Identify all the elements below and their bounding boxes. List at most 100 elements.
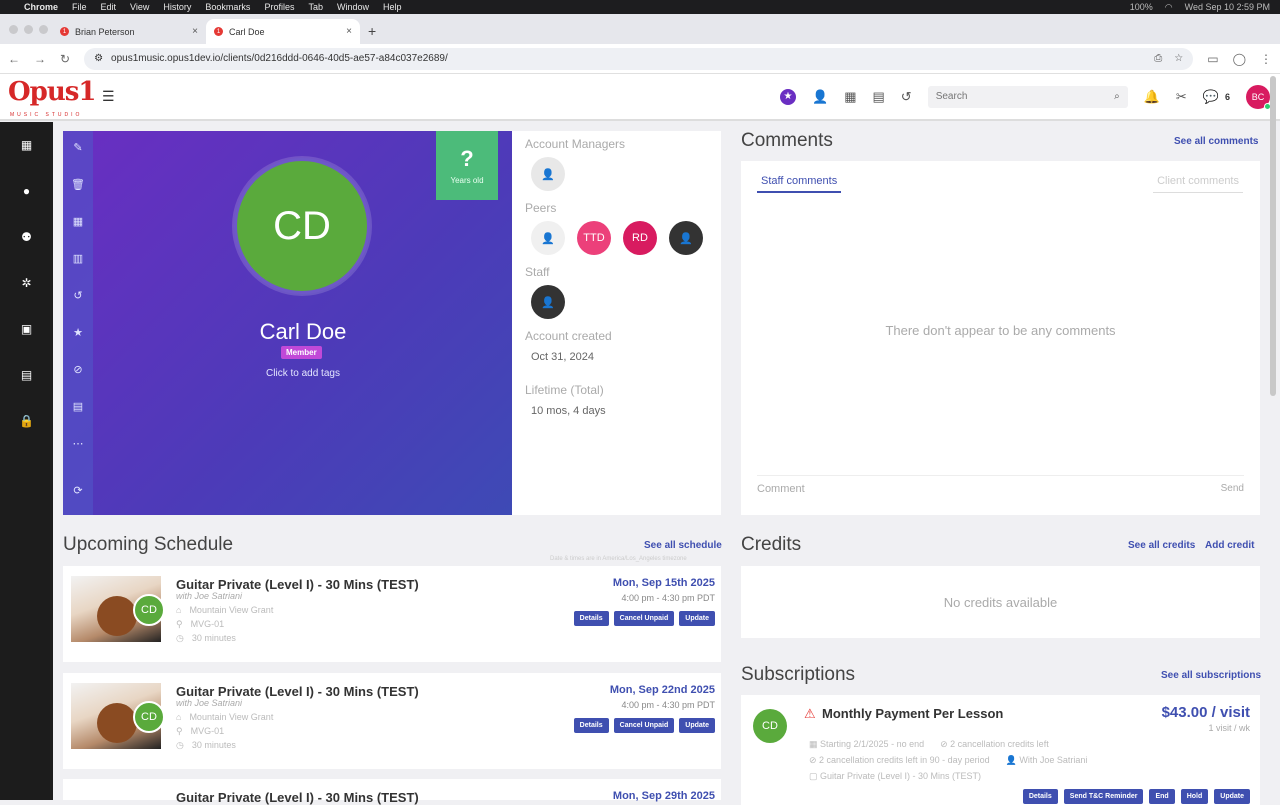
url-field[interactable]: ⚙ opus1music.opus1dev.io/clients/0d216dd… <box>84 47 1194 70</box>
details-button[interactable]: Details <box>573 718 609 733</box>
menu-profiles[interactable]: Profiles <box>264 2 294 12</box>
lesson-card[interactable]: CD Guitar Private (Level I) - 30 Mins (T… <box>63 566 721 662</box>
account-manager-avatar[interactable]: 👤 <box>531 157 565 191</box>
add-tags-link[interactable]: Click to add tags <box>63 368 543 379</box>
calendar-icon[interactable]: ▦ <box>73 215 83 234</box>
cancel-unpaid-button[interactable]: Cancel Unpaid <box>613 718 675 733</box>
lesson-time: 4:00 pm - 4:30 pm PDT <box>621 593 715 603</box>
menu-help[interactable]: Help <box>383 2 402 12</box>
age-box[interactable]: ? Years old <box>436 131 498 200</box>
search-icon[interactable]: ⌕ <box>1114 91 1120 102</box>
zoom-window-icon[interactable] <box>39 25 48 34</box>
menu-history[interactable]: History <box>163 2 191 12</box>
see-all-subscriptions-link[interactable]: See all subscriptions <box>1161 670 1261 681</box>
wifi-icon[interactable]: ◠ <box>1165 2 1173 13</box>
opus1-logo[interactable]: Opus1 MUSIC STUDIO <box>8 77 96 118</box>
update-button[interactable]: Update <box>679 611 715 626</box>
sidebar-users-icon[interactable]: ⚉ <box>21 230 32 250</box>
menu-bookmarks[interactable]: Bookmarks <box>205 2 250 12</box>
sidebar-user-icon[interactable]: ● <box>23 184 30 204</box>
history-icon[interactable]: ↺ <box>901 89 912 105</box>
calendar-icon[interactable]: ▦ <box>844 89 856 105</box>
sidebar-list-icon[interactable]: ▤ <box>21 368 32 388</box>
see-all-credits-link[interactable]: See all credits <box>1128 540 1195 551</box>
site-info-icon[interactable]: ⚙ <box>94 53 103 64</box>
tools-icon[interactable]: ✂ <box>1176 89 1187 105</box>
menu-app-name[interactable]: Chrome <box>24 2 58 12</box>
close-tab-icon[interactable]: × <box>346 26 352 37</box>
see-all-comments-link[interactable]: See all comments <box>1174 136 1258 147</box>
menu-file[interactable]: File <box>72 2 87 12</box>
columns-icon[interactable]: ▥ <box>73 252 83 271</box>
menu-edit[interactable]: Edit <box>101 2 117 12</box>
update-button[interactable]: Update <box>679 718 715 733</box>
lesson-card[interactable]: CD Guitar Private (Level I) - 30 Mins (T… <box>63 673 721 769</box>
page-scrollbar[interactable] <box>1270 76 1276 396</box>
sidebar-reports-icon[interactable]: ▣ <box>21 322 32 342</box>
sidebar-lock-icon[interactable]: 🔒 <box>19 414 34 434</box>
browser-tab-brian-peterson[interactable]: 1 Brian Peterson × <box>52 19 206 44</box>
peer-avatar[interactable]: TTD <box>577 221 611 255</box>
menu-view[interactable]: View <box>130 2 149 12</box>
trash-icon[interactable]: 🗑 <box>71 178 85 197</box>
sync-icon[interactable]: ⟳ <box>73 484 82 503</box>
hold-button[interactable]: Hold <box>1180 789 1209 804</box>
sidebar-settings-icon[interactable]: ✲ <box>21 276 31 296</box>
more-icon[interactable]: ⋯ <box>73 437 84 456</box>
messages-icon[interactable]: 💬 <box>1203 89 1219 105</box>
user-avatar[interactable]: BC <box>1246 84 1271 110</box>
lesson-room: MVG-01 <box>190 619 225 629</box>
contact-card-icon[interactable]: ▤ <box>73 400 83 419</box>
lifetime-value: 10 mos, 4 days <box>531 405 606 417</box>
browser-tab-carl-doe[interactable]: 1 Carl Doe × <box>206 19 360 44</box>
search-input[interactable] <box>935 91 1115 102</box>
edit-icon[interactable]: ✎ <box>73 141 82 160</box>
piano-icon[interactable]: ▤ <box>873 89 885 105</box>
hamburger-menu-icon[interactable]: ☰ <box>102 88 115 105</box>
tab-staff-comments[interactable]: Staff comments <box>757 175 842 193</box>
client-avatar[interactable]: CD <box>234 158 370 294</box>
update-button[interactable]: Update <box>1214 789 1250 804</box>
staff-avatar[interactable]: 👤 <box>531 285 565 319</box>
menu-tab[interactable]: Tab <box>308 2 323 12</box>
details-button[interactable]: Details <box>1022 789 1058 804</box>
details-button[interactable]: Details <box>573 611 609 626</box>
cancel-unpaid-button[interactable]: Cancel Unpaid <box>613 611 675 626</box>
see-all-schedule-link[interactable]: See all schedule <box>644 540 722 551</box>
notification-bell-icon[interactable]: 🔔 <box>1144 89 1160 105</box>
peer-avatar[interactable]: 👤 <box>531 221 565 255</box>
end-button[interactable]: End <box>1149 789 1175 804</box>
chrome-menu-icon[interactable]: ⋮ <box>1260 52 1272 66</box>
new-tab-icon[interactable]: + <box>360 23 376 44</box>
search-field[interactable]: ⌕ <box>927 85 1128 108</box>
subscription-card[interactable]: CD ⚠ Monthly Payment Per Lesson $43.00 /… <box>741 695 1260 805</box>
close-tab-icon[interactable]: × <box>192 26 198 37</box>
peer-avatar[interactable]: RD <box>623 221 657 255</box>
forward-icon[interactable]: → <box>34 52 46 66</box>
lesson-title: Guitar Private (Level I) - 30 Mins (TEST… <box>176 577 419 592</box>
lesson-location: Mountain View Grant <box>189 712 274 722</box>
clock[interactable]: Wed Sep 10 2:59 PM <box>1185 2 1270 13</box>
tab-client-comments[interactable]: Client comments <box>1153 175 1243 193</box>
browser-tabbar: 1 Brian Peterson × 1 Carl Doe × + <box>0 14 1280 44</box>
add-credit-link[interactable]: Add credit <box>1205 540 1254 551</box>
back-icon[interactable]: ← <box>8 52 20 66</box>
reload-icon[interactable]: ↻ <box>60 52 70 66</box>
install-icon[interactable]: ⎙ <box>1154 53 1162 64</box>
profile-icon[interactable]: ◯ <box>1233 52 1246 66</box>
side-panel-icon[interactable]: ▭ <box>1207 52 1218 66</box>
add-user-icon[interactable]: 👤 <box>812 89 828 105</box>
star-icon[interactable]: ★ <box>780 88 797 105</box>
menu-window[interactable]: Window <box>337 2 369 12</box>
close-window-icon[interactable] <box>9 25 18 34</box>
lesson-card[interactable]: Guitar Private (Level I) - 30 Mins (TEST… <box>63 779 721 805</box>
sidebar-calendar-icon[interactable]: ▦ <box>21 138 32 158</box>
minimize-window-icon[interactable] <box>24 25 33 34</box>
history-icon[interactable]: ↺ <box>73 289 82 308</box>
bookmark-star-icon[interactable]: ☆ <box>1174 53 1183 64</box>
peers-label: Peers <box>525 201 557 215</box>
send-tc-reminder-button[interactable]: Send T&C Reminder <box>1063 789 1144 804</box>
send-comment-button[interactable]: Send <box>1221 483 1244 495</box>
peer-avatar[interactable]: 👤 <box>669 221 703 255</box>
comment-input[interactable]: Comment <box>757 483 805 495</box>
